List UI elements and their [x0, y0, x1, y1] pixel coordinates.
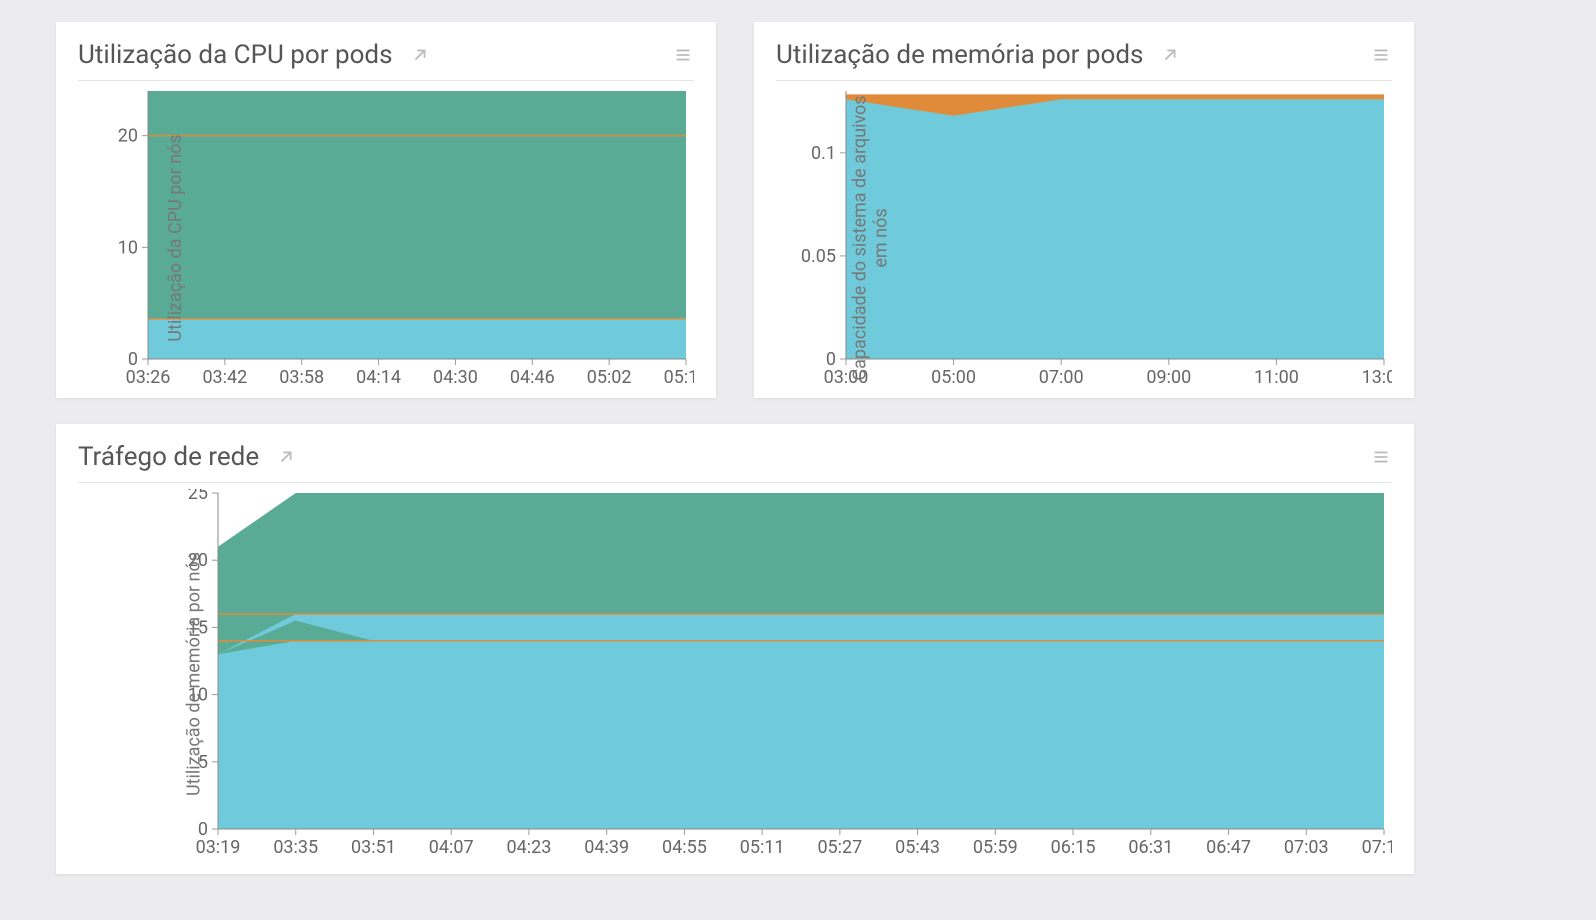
- dashboard-page: Utilização da CPU por pods Utilização da…: [0, 0, 1596, 920]
- svg-text:04:46: 04:46: [510, 367, 555, 388]
- top-row: Utilização da CPU por pods Utilização da…: [56, 22, 1540, 398]
- ylabel-cpu: Utilização da CPU por nós: [165, 134, 186, 341]
- svg-text:20: 20: [118, 126, 138, 147]
- svg-text:05:00: 05:00: [931, 367, 976, 388]
- panel-header-mem: Utilização de memória por pods: [776, 40, 1392, 81]
- chart-wrap-mem: Capacidade do sistema de arquivos em nós…: [776, 87, 1392, 389]
- chart-wrap-cpu: Utilização da CPU por nós 0102003:2603:4…: [78, 87, 694, 389]
- panel-header-cpu: Utilização da CPU por pods: [78, 40, 694, 81]
- svg-text:03:58: 03:58: [279, 367, 324, 388]
- svg-text:03:42: 03:42: [202, 367, 247, 388]
- expand-icon[interactable]: [275, 446, 297, 468]
- svg-text:03:51: 03:51: [351, 837, 396, 858]
- chart-wrap-net: Utilização de memória por nós 0510152025…: [78, 489, 1392, 859]
- svg-text:03:19: 03:19: [196, 837, 241, 858]
- ylabel-mem: Capacidade do sistema de arquivos em nós: [850, 95, 892, 380]
- panel-net: Tráfego de rede Utilização de memória po…: [56, 424, 1414, 874]
- panel-mem: Utilização de memória por pods Capacidad…: [754, 22, 1414, 398]
- svg-text:07:03: 07:03: [1284, 837, 1329, 858]
- svg-text:05:27: 05:27: [817, 837, 862, 858]
- svg-text:0.05: 0.05: [801, 246, 836, 267]
- svg-text:09:00: 09:00: [1146, 367, 1191, 388]
- svg-text:11:00: 11:00: [1254, 367, 1299, 388]
- panel-title-mem: Utilização de memória por pods: [776, 40, 1143, 70]
- svg-text:05:18: 05:18: [664, 367, 694, 388]
- svg-text:0.1: 0.1: [811, 143, 836, 164]
- svg-text:04:07: 04:07: [429, 837, 474, 858]
- panel-header-net: Tráfego de rede: [78, 442, 1392, 483]
- svg-text:06:15: 06:15: [1051, 837, 1096, 858]
- svg-text:07:19: 07:19: [1362, 837, 1392, 858]
- svg-text:03:35: 03:35: [273, 837, 318, 858]
- svg-text:04:55: 04:55: [662, 837, 707, 858]
- svg-text:06:31: 06:31: [1128, 837, 1173, 858]
- svg-text:03:26: 03:26: [126, 367, 171, 388]
- chart-net: 051015202503:1903:3503:5104:0704:2304:39…: [78, 489, 1392, 859]
- svg-text:06:47: 06:47: [1206, 837, 1251, 858]
- hamburger-icon[interactable]: [1370, 44, 1392, 66]
- svg-text:05:02: 05:02: [587, 367, 632, 388]
- ylabel-net: Utilização de memória por nós: [184, 552, 205, 796]
- svg-text:10: 10: [118, 237, 138, 258]
- svg-text:04:23: 04:23: [507, 837, 552, 858]
- svg-text:05:59: 05:59: [973, 837, 1018, 858]
- panel-title-net: Tráfego de rede: [78, 442, 259, 472]
- hamburger-icon[interactable]: [1370, 446, 1392, 468]
- svg-text:04:30: 04:30: [433, 367, 478, 388]
- expand-icon[interactable]: [1159, 44, 1181, 66]
- svg-text:04:39: 04:39: [584, 837, 629, 858]
- panel-cpu: Utilização da CPU por pods Utilização da…: [56, 22, 716, 398]
- expand-icon[interactable]: [409, 44, 431, 66]
- svg-text:05:43: 05:43: [895, 837, 940, 858]
- hamburger-icon[interactable]: [672, 44, 694, 66]
- svg-text:05:11: 05:11: [740, 837, 785, 858]
- svg-text:25: 25: [188, 489, 208, 504]
- svg-text:13:00: 13:00: [1362, 367, 1392, 388]
- svg-text:07:00: 07:00: [1039, 367, 1084, 388]
- panel-title-cpu: Utilização da CPU por pods: [78, 40, 393, 70]
- svg-text:04:14: 04:14: [356, 367, 401, 388]
